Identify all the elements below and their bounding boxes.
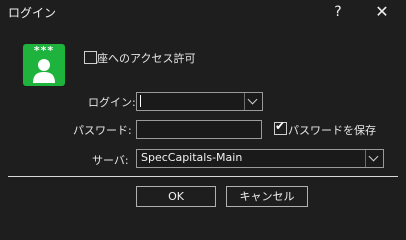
logo-stars: *** [33,44,55,57]
server-value: SpecCapitals-Main [141,151,243,164]
login-dropdown-button[interactable] [244,93,262,110]
server-label: サーバ: [92,154,129,167]
close-button[interactable]: ✕ [369,0,395,24]
save-password-label: パスワードを保存 [288,124,376,137]
login-dialog: ログイン ? ✕ *** 座へのアクセス許可 ログイン: パスワード: ✔ パス… [0,0,406,215]
window-title: ログイン [8,6,57,20]
save-password-checkbox[interactable]: ✔ [274,119,287,135]
checkmark-icon: ✔ [275,119,286,133]
person-icon [33,59,55,83]
cancel-button[interactable]: キャンセル [226,186,308,207]
login-label: ログイン: [88,96,136,109]
login-combobox[interactable] [136,92,263,111]
password-label: パスワード: [73,124,132,137]
divider [8,176,398,177]
account-access-checkbox[interactable] [84,51,97,64]
server-combobox[interactable]: SpecCapitals-Main [136,149,384,168]
account-access-label: 座へのアクセス許可 [97,52,196,65]
chevron-down-icon [247,94,258,105]
title-bar: ログイン ? ✕ [0,0,406,24]
help-button[interactable]: ? [327,0,349,24]
chevron-down-icon [368,151,379,162]
server-dropdown-button[interactable] [365,150,383,167]
account-logo-icon: *** [23,44,65,86]
ok-button[interactable]: OK [136,186,216,207]
text-caret [140,95,141,107]
password-field[interactable] [136,120,262,139]
